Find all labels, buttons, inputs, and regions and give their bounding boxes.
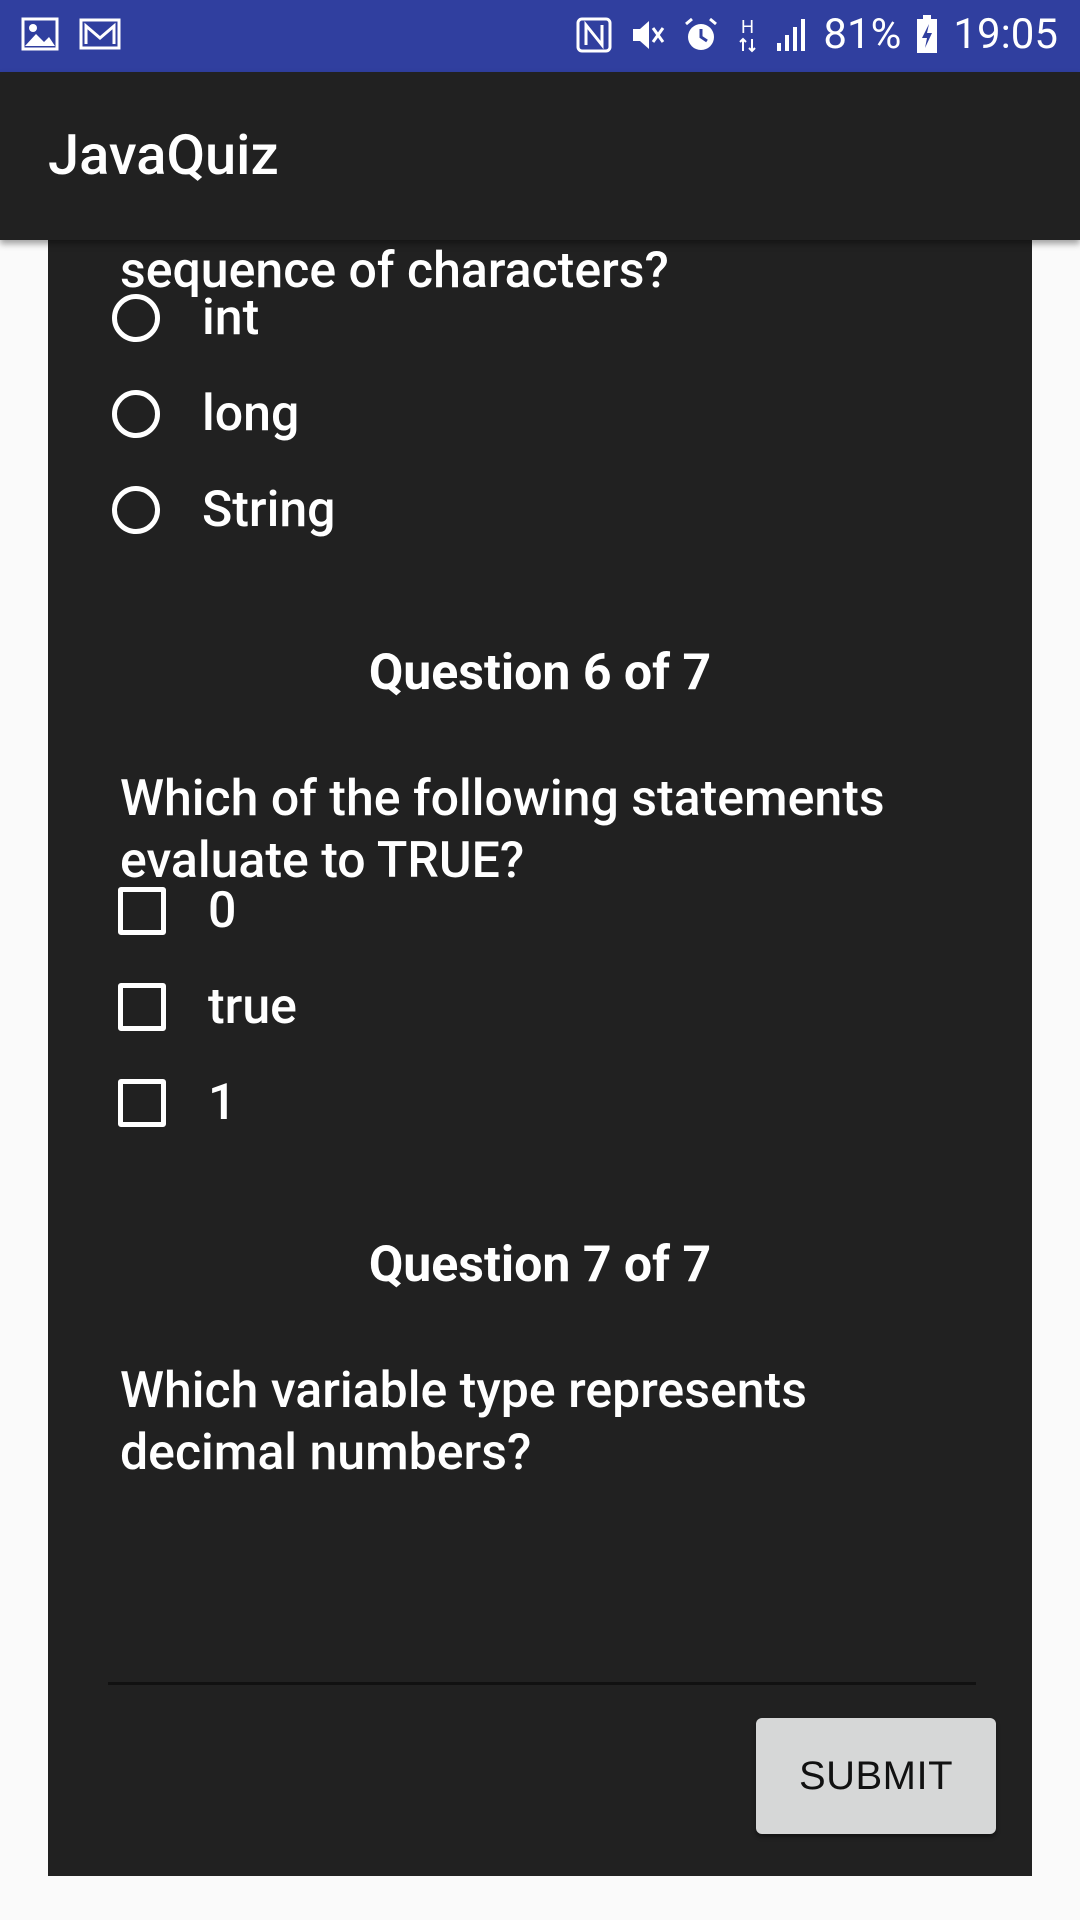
checkbox[interactable] bbox=[118, 1079, 166, 1127]
vibrate-icon bbox=[627, 15, 667, 55]
quiz-card: sequence of characters? int long String … bbox=[48, 240, 1032, 1876]
q6-option-true[interactable]: true bbox=[112, 967, 712, 1047]
radio-button[interactable] bbox=[112, 294, 160, 342]
question-7-heading: Question 7 of 7 bbox=[368, 1236, 712, 1294]
q6-option-0[interactable]: 0 bbox=[112, 871, 712, 951]
radio-button[interactable] bbox=[112, 486, 160, 534]
radio-button[interactable] bbox=[112, 390, 160, 438]
alarm-icon bbox=[681, 15, 721, 55]
option-label: 1 bbox=[208, 1074, 237, 1132]
status-right: H 81% 19:05 bbox=[575, 10, 1058, 59]
q5-option-long[interactable]: long bbox=[112, 374, 712, 454]
svg-text:H: H bbox=[741, 17, 754, 37]
mail-icon bbox=[78, 14, 122, 54]
option-label: long bbox=[202, 385, 300, 443]
battery-icon bbox=[915, 14, 939, 56]
q6-option-1[interactable]: 1 bbox=[112, 1063, 712, 1143]
q7-answer-field[interactable] bbox=[108, 1620, 976, 1685]
option-label: true bbox=[208, 978, 297, 1036]
checkbox[interactable] bbox=[118, 983, 166, 1031]
question-7-text: Which variable type represents decimal n… bbox=[120, 1362, 807, 1482]
option-label: 0 bbox=[208, 882, 237, 940]
option-label: String bbox=[202, 481, 336, 539]
data-h-icon: H bbox=[735, 15, 761, 55]
option-label: int bbox=[202, 289, 260, 347]
image-icon bbox=[20, 14, 60, 54]
submit-button[interactable]: SUBMIT bbox=[756, 1718, 996, 1834]
q5-option-int[interactable]: int bbox=[112, 278, 712, 358]
nfc-icon bbox=[575, 15, 613, 55]
clock: 19:05 bbox=[953, 10, 1058, 59]
app-bar: JavaQuiz bbox=[0, 72, 1080, 240]
signal-icon bbox=[775, 15, 809, 55]
battery-percent: 81% bbox=[823, 10, 902, 59]
checkbox[interactable] bbox=[118, 887, 166, 935]
status-left-icons bbox=[20, 14, 122, 54]
app-title: JavaQuiz bbox=[48, 122, 279, 188]
status-bar: H 81% 19:05 bbox=[0, 0, 1080, 72]
q5-option-string[interactable]: String bbox=[112, 470, 712, 550]
question-6-heading: Question 6 of 7 bbox=[368, 644, 712, 702]
